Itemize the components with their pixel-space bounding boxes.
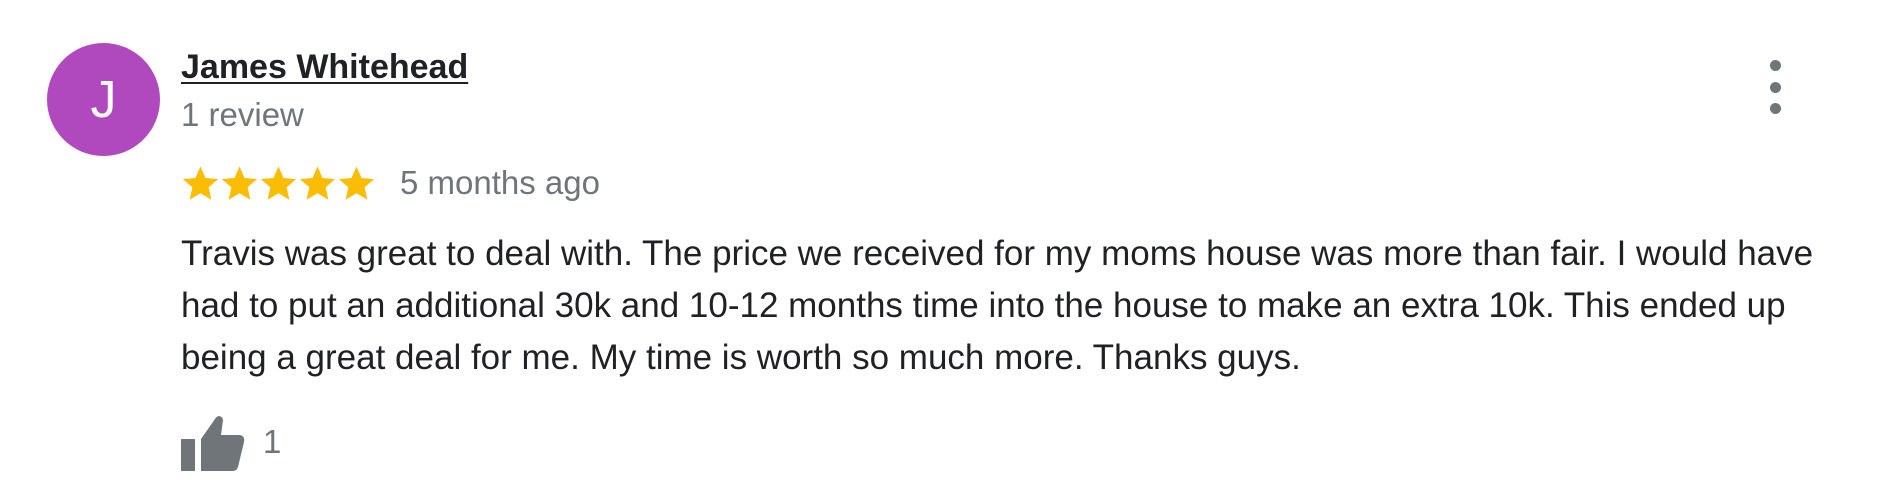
thumbs-up-icon [181,416,245,471]
more-options-button[interactable] [1760,60,1790,114]
review-card: J James Whitehead 1 review 5 months ago … [0,0,1891,487]
review-text: Travis was great to deal with. The price… [181,234,1814,377]
star-icon [260,165,297,200]
star-icon [338,165,375,200]
like-button[interactable] [181,412,247,472]
reviewer-review-count: 1 review [181,96,304,133]
like-count: 1 [263,423,282,460]
star-icon [221,165,258,200]
star-icon [299,165,336,200]
avatar-initial: J [90,70,117,129]
review-date: 5 months ago [400,164,600,201]
rating-row: 5 months ago [181,161,600,205]
like-row: 1 [181,412,281,472]
star-icon [182,165,219,200]
avatar[interactable]: J [47,43,160,156]
star-rating [181,164,376,203]
reviewer-name-link[interactable]: James Whitehead [181,47,468,87]
more-vertical-icon [1769,60,1781,114]
